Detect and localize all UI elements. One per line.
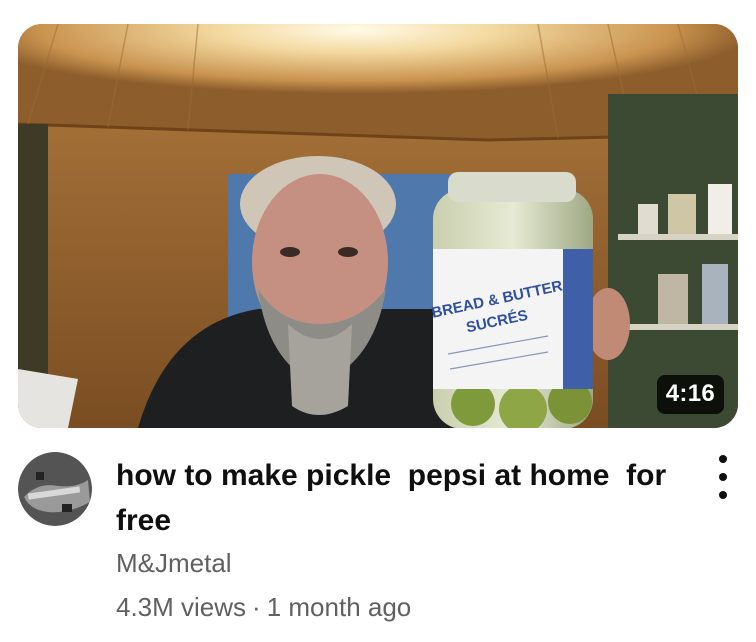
meta-separator: ·	[252, 592, 261, 622]
channel-name[interactable]: M&Jmetal	[116, 548, 232, 579]
view-count: 4.3M views	[116, 592, 247, 622]
duration-badge: 4:16	[656, 375, 724, 414]
menu-dot	[719, 455, 727, 463]
menu-dot	[719, 473, 727, 481]
video-card: BREAD & BUTTER SUCRÉS 4:16 how to make p…	[0, 0, 756, 642]
video-title[interactable]: how to make pickle pepsi at home for fre…	[116, 453, 686, 543]
video-thumbnail[interactable]: BREAD & BUTTER SUCRÉS 4:16	[18, 24, 738, 428]
upload-age: 1 month ago	[266, 592, 412, 622]
thumbnail-image: BREAD & BUTTER SUCRÉS	[18, 24, 738, 428]
channel-avatar[interactable]	[18, 452, 92, 526]
menu-dot	[719, 491, 727, 499]
video-stats: 4.3M views · 1 month ago	[116, 592, 411, 623]
more-vertical-icon[interactable]	[708, 455, 738, 499]
